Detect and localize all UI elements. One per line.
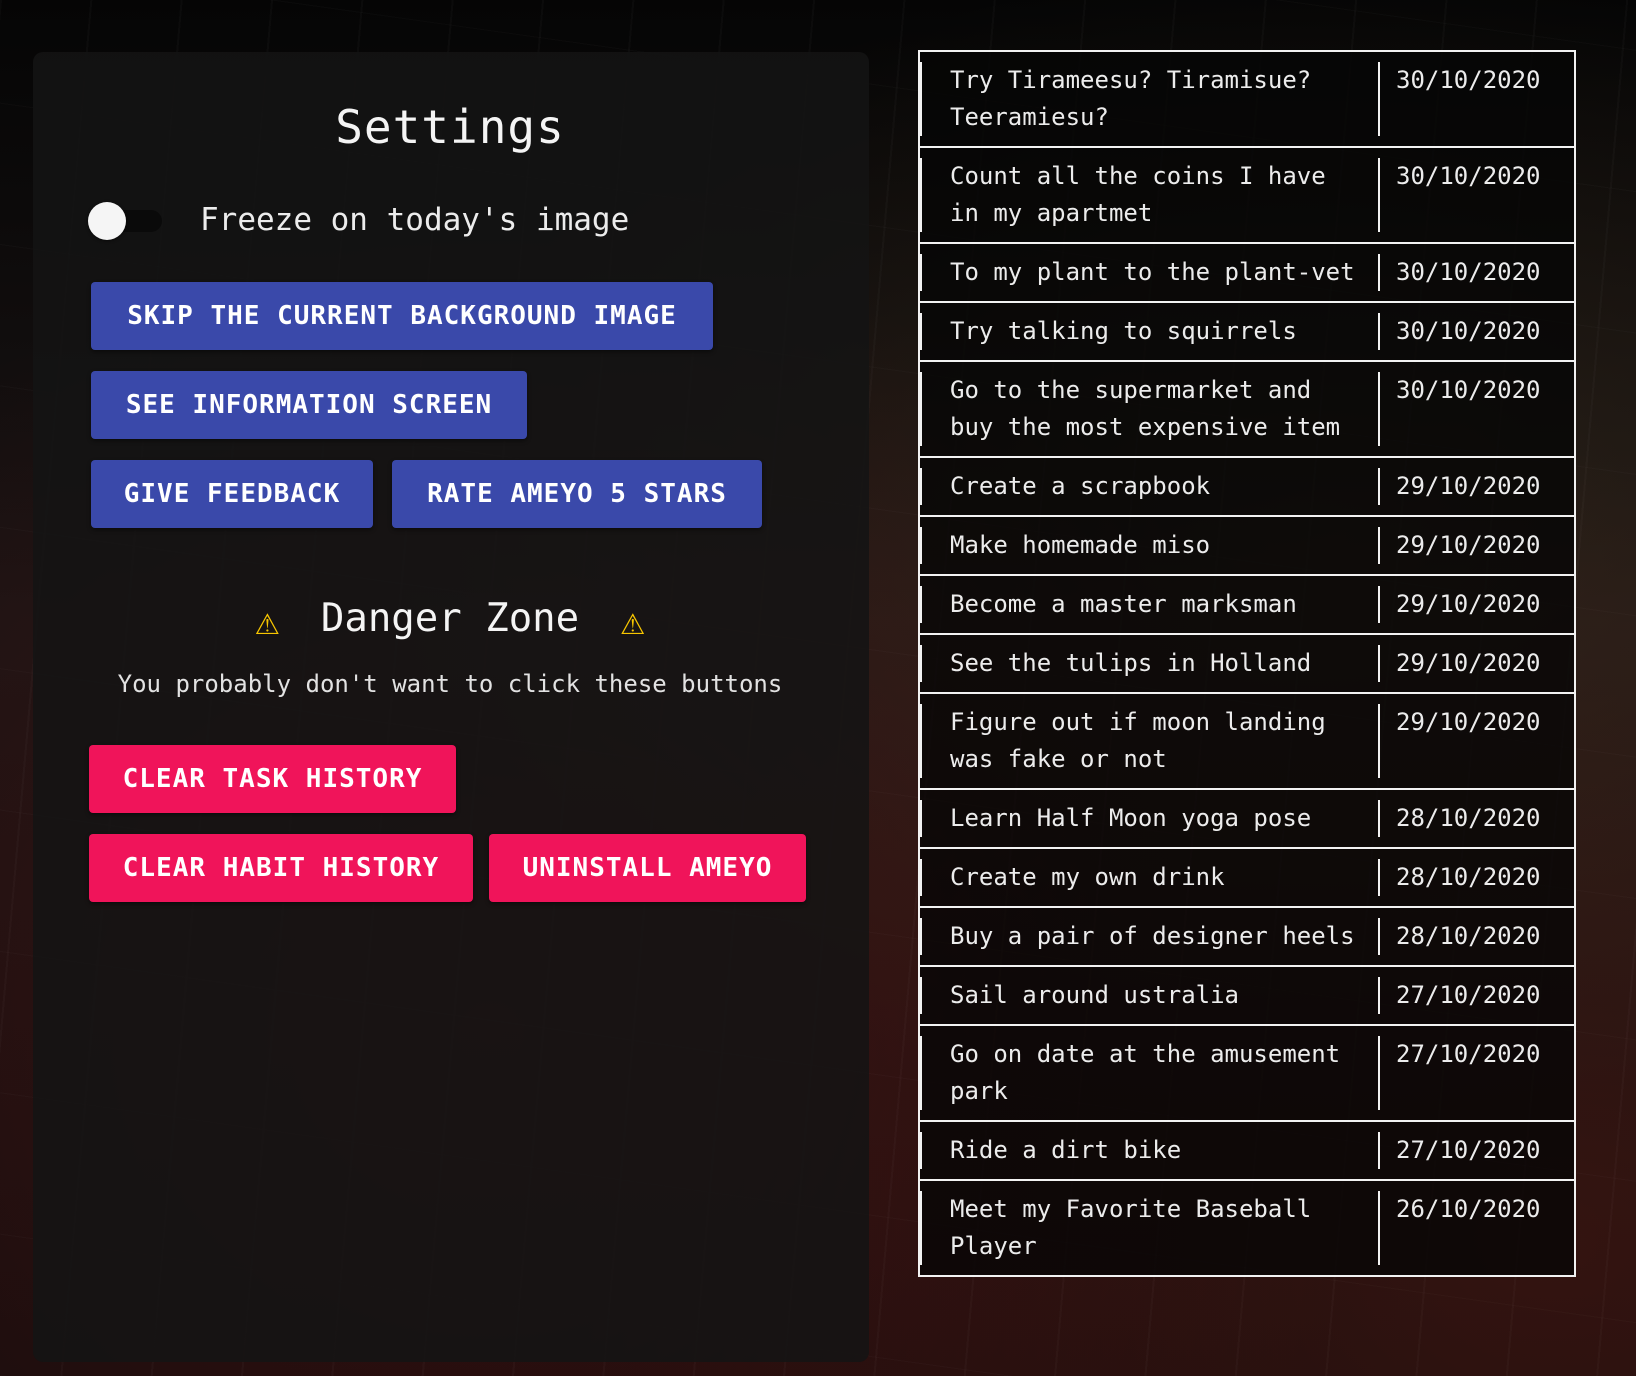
task-date-cell: 29/10/2020 [1378,645,1574,682]
danger-zone-heading: ⚠ Danger Zone ⚠ [0,596,900,644]
task-date-cell: 27/10/2020 [1378,1132,1574,1169]
task-name-cell: Ride a dirt bike [920,1132,1378,1169]
settings-panel [33,52,869,1362]
task-name-cell: Figure out if moon landing was fake or n… [920,704,1378,778]
freeze-image-toggle[interactable] [88,196,164,244]
skip-background-button[interactable]: SKIP THE CURRENT BACKGROUND IMAGE [91,282,713,350]
clear-task-history-button[interactable]: CLEAR TASK HISTORY [89,745,456,813]
table-row: Try Tirameesu? Tiramisue? Teeramiesu? 30/… [918,50,1576,146]
task-date-cell: 29/10/2020 [1378,527,1574,564]
task-name-cell: Sail around ustralia [920,977,1378,1014]
task-date-cell: 30/10/2020 [1378,254,1574,291]
task-date-cell: 27/10/2020 [1378,1036,1574,1110]
task-date-cell: 27/10/2020 [1378,977,1574,1014]
task-date-cell: 30/10/2020 [1378,62,1574,136]
task-name-cell: Create a scrapbook [920,468,1378,505]
task-date-cell: 30/10/2020 [1378,158,1574,232]
task-name-cell: Meet my Favorite Baseball Player [920,1191,1378,1265]
task-name-cell: Learn Half Moon yoga pose [920,800,1378,837]
table-row: To my plant to the plant-vet 30/10/2020 [918,242,1576,301]
clear-habit-history-button[interactable]: CLEAR HABIT HISTORY [89,834,473,902]
table-row: Sail around ustralia 27/10/2020 [918,965,1576,1024]
task-date-cell: 28/10/2020 [1378,918,1574,955]
table-row: Buy a pair of designer heels 28/10/2020 [918,906,1576,965]
task-name-cell: Create my own drink [920,859,1378,896]
task-name-cell: Go on date at the amusement park [920,1036,1378,1110]
task-history-table: Try Tirameesu? Tiramisue? Teeramiesu? 30/… [918,50,1576,1277]
task-date-cell: 30/10/2020 [1378,313,1574,350]
task-name-cell: Try Tirameesu? Tiramisue? Teeramiesu? [920,62,1378,136]
freeze-image-label: Freeze on today's image [200,202,630,238]
table-row: Become a master marksman 29/10/2020 [918,574,1576,633]
table-row: Try talking to squirrels 30/10/2020 [918,301,1576,360]
task-date-cell: 28/10/2020 [1378,859,1574,896]
danger-zone-title: Danger Zone [320,596,580,641]
table-row: Create a scrapbook 29/10/2020 [918,456,1576,515]
danger-zone-subtitle: You probably don't want to click these b… [117,670,783,698]
table-row: See the tulips in Holland 29/10/2020 [918,633,1576,692]
task-name-cell: Become a master marksman [920,586,1378,623]
task-date-cell: 29/10/2020 [1378,586,1574,623]
table-row: Ride a dirt bike 27/10/2020 [918,1120,1576,1179]
settings-title: Settings [335,100,565,154]
table-row: Go to the supermarket and buy the most e… [918,360,1576,456]
table-row: Figure out if moon landing was fake or n… [918,692,1576,788]
task-name-cell: To my plant to the plant-vet [920,254,1378,291]
task-date-cell: 29/10/2020 [1378,704,1574,778]
toggle-knob [88,202,126,240]
task-name-cell: Count all the coins I have in my apartme… [920,158,1378,232]
task-name-cell: Go to the supermarket and buy the most e… [920,372,1378,446]
table-row: Create my own drink 28/10/2020 [918,847,1576,906]
see-information-button[interactable]: SEE INFORMATION SCREEN [91,371,527,439]
rate-ameyo-button[interactable]: RATE AMEYO 5 STARS [392,460,762,528]
task-name-cell: Make homemade miso [920,527,1378,564]
task-name-cell: See the tulips in Holland [920,645,1378,682]
table-row: Learn Half Moon yoga pose 28/10/2020 [918,788,1576,847]
task-date-cell: 30/10/2020 [1378,372,1574,446]
uninstall-ameyo-button[interactable]: UNINSTALL AMEYO [489,834,806,902]
table-row: Go on date at the amusement park 27/10/20… [918,1024,1576,1120]
give-feedback-button[interactable]: GIVE FEEDBACK [91,460,373,528]
warning-icon: ⚠ [255,597,280,644]
table-row: Meet my Favorite Baseball Player 26/10/20… [918,1179,1576,1277]
table-row: Make homemade miso 29/10/2020 [918,515,1576,574]
task-date-cell: 29/10/2020 [1378,468,1574,505]
warning-icon: ⚠ [620,597,645,644]
task-date-cell: 26/10/2020 [1378,1191,1574,1265]
table-row: Count all the coins I have in my apartme… [918,146,1576,242]
task-name-cell: Buy a pair of designer heels [920,918,1378,955]
task-date-cell: 28/10/2020 [1378,800,1574,837]
freeze-image-row: Freeze on today's image [88,196,629,244]
task-name-cell: Try talking to squirrels [920,313,1378,350]
